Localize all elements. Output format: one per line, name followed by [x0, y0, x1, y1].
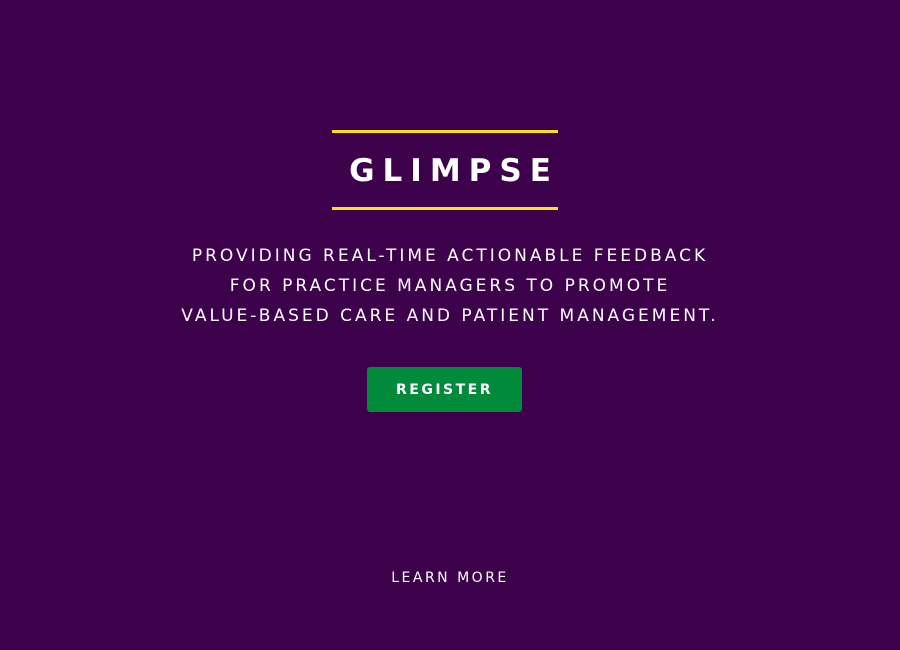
register-button[interactable]: REGISTER: [367, 367, 522, 412]
page-title: GLIMPSE: [349, 153, 559, 189]
title-bottom-rule: [332, 207, 558, 210]
tagline-line: FOR PRACTICE MANAGERS TO PROMOTE: [229, 276, 671, 296]
tagline: PROVIDING REAL-TIME ACTIONABLE FEEDBACK …: [0, 241, 900, 331]
tagline-line: VALUE-BASED CARE AND PATIENT MANAGEMENT.: [181, 306, 719, 326]
tagline-line: PROVIDING REAL-TIME ACTIONABLE FEEDBACK: [191, 246, 709, 266]
learn-more-link[interactable]: LEARN MORE: [391, 570, 509, 586]
title-top-rule: [332, 130, 558, 133]
learn-more-container: LEARN MORE: [0, 567, 900, 589]
